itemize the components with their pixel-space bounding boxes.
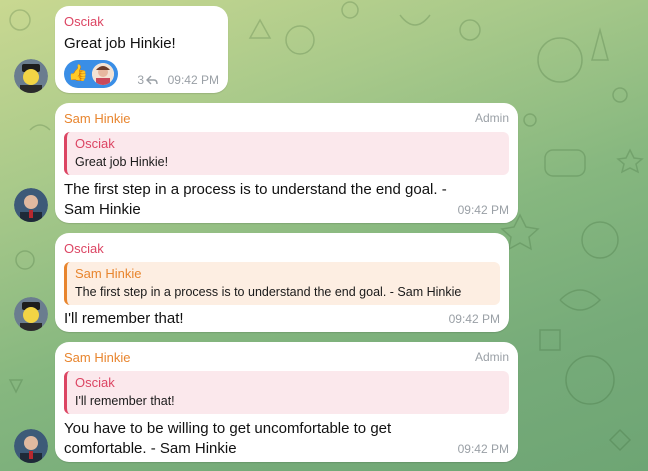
reply-quote[interactable]: Sam Hinkie The first step in a process i… <box>64 262 500 305</box>
message-time: 09:42 PM <box>448 312 500 326</box>
quote-sender: Osciak <box>75 375 115 390</box>
message-text: You have to be willing to get uncomforta… <box>64 420 392 457</box>
message-sender[interactable]: Osciak <box>64 14 219 30</box>
reply-quote[interactable]: Osciak I'll remember that! <box>64 371 509 414</box>
message-bubble[interactable]: Sam Hinkie Admin Osciak I'll remember th… <box>55 342 518 462</box>
message-sender[interactable]: Sam Hinkie <box>64 111 509 127</box>
reply-count[interactable]: 3 <box>137 73 158 87</box>
avatar-osciak[interactable] <box>14 59 48 93</box>
quote-text: Great job Hinkie! <box>75 155 169 169</box>
reaction-chip[interactable]: 👍 <box>64 60 118 88</box>
quote-sender: Sam Hinkie <box>75 266 142 281</box>
reply-quote[interactable]: Osciak Great job Hinkie! <box>64 132 509 175</box>
message-time: 09:42 PM <box>167 73 219 87</box>
message-text: Great job Hinkie! <box>64 35 176 52</box>
message-text: The first step in a process is to unders… <box>64 181 447 218</box>
quote-text: I'll remember that! <box>75 394 175 408</box>
quote-text: The first step in a process is to unders… <box>75 285 462 299</box>
message-time: 09:42 PM <box>457 442 509 456</box>
admin-badge: Admin <box>474 111 509 125</box>
message-time: 09:42 PM <box>457 203 509 217</box>
avatar-sam-hinkie[interactable] <box>14 188 48 222</box>
thumbs-up-icon: 👍 <box>68 65 88 82</box>
message-bubble[interactable]: Osciak Sam Hinkie The first step in a pr… <box>55 233 509 332</box>
message-sender[interactable]: Sam Hinkie <box>64 350 509 366</box>
message-bubble[interactable]: Osciak Great job Hinkie! 👍 3 09:42 PM <box>55 6 228 93</box>
reply-count-label: 3 <box>137 73 144 87</box>
reactor-avatar <box>91 63 114 85</box>
message-sender[interactable]: Osciak <box>64 241 500 257</box>
message-bubble[interactable]: Sam Hinkie Admin Osciak Great job Hinkie… <box>55 103 518 223</box>
admin-badge: Admin <box>474 350 509 364</box>
avatar-sam-hinkie[interactable] <box>14 429 48 463</box>
reply-arrow-icon <box>146 75 158 85</box>
message-text: I'll remember that! <box>64 310 184 327</box>
avatar-osciak[interactable] <box>14 297 48 331</box>
quote-sender: Osciak <box>75 136 115 151</box>
